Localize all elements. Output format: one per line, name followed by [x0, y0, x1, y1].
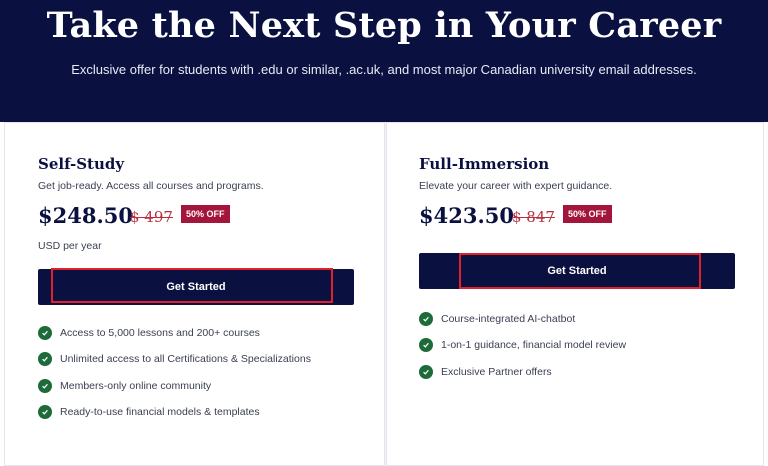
- feature-list: Access to 5,000 lessons and 200+ courses…: [38, 320, 311, 425]
- hero-banner: Take the Next Step in Your Career Exclus…: [0, 0, 768, 122]
- plan-description: Elevate your career with expert guidance…: [419, 180, 613, 192]
- plan-description: Get job-ready. Access all courses and pr…: [38, 180, 264, 192]
- discount-badge: 50% OFF: [181, 205, 230, 223]
- check-circle-icon: [38, 326, 52, 341]
- list-item: Access to 5,000 lessons and 200+ courses: [38, 320, 311, 346]
- check-circle-icon: [419, 312, 433, 327]
- price-row: $423.50 $ 847 50% OFF: [419, 203, 719, 233]
- get-started-button-self-study[interactable]: Get Started: [38, 269, 354, 305]
- plan-old-price: $ 847: [512, 208, 555, 226]
- plan-card-self-study: Self-Study Get job-ready. Access all cou…: [4, 122, 385, 466]
- feature-list: Course-integrated AI-chatbot 1-on-1 guid…: [419, 306, 626, 385]
- discount-badge: 50% OFF: [563, 205, 612, 223]
- pricing-cards: Self-Study Get job-ready. Access all cou…: [4, 122, 764, 466]
- check-circle-icon: [38, 405, 52, 420]
- check-circle-icon: [419, 338, 433, 353]
- hero-subtitle: Exclusive offer for students with .edu o…: [71, 62, 697, 77]
- list-item: Course-integrated AI-chatbot: [419, 306, 626, 332]
- check-circle-icon: [38, 352, 52, 367]
- price-period: USD per year: [38, 240, 102, 252]
- price-row: $248.50 $ 497 50% OFF: [38, 203, 338, 233]
- plan-name: Full-Immersion: [419, 155, 550, 173]
- check-circle-icon: [38, 378, 52, 393]
- plan-name: Self-Study: [38, 155, 125, 173]
- page-title: Take the Next Step in Your Career: [46, 5, 722, 46]
- plan-card-full-immersion: Full-Immersion Elevate your career with …: [386, 122, 764, 466]
- plan-old-price: $ 497: [130, 208, 173, 226]
- list-item: Exclusive Partner offers: [419, 359, 626, 385]
- list-item: Members-only online community: [38, 373, 311, 399]
- list-item: 1-on-1 guidance, financial model review: [419, 332, 626, 358]
- plan-price: $248.50: [38, 203, 133, 228]
- list-item: Unlimited access to all Certifications &…: [38, 346, 311, 372]
- get-started-button-full-immersion[interactable]: Get Started: [419, 253, 735, 289]
- list-item: Ready-to-use financial models & template…: [38, 399, 311, 425]
- check-circle-icon: [419, 364, 433, 379]
- plan-price: $423.50: [419, 203, 514, 228]
